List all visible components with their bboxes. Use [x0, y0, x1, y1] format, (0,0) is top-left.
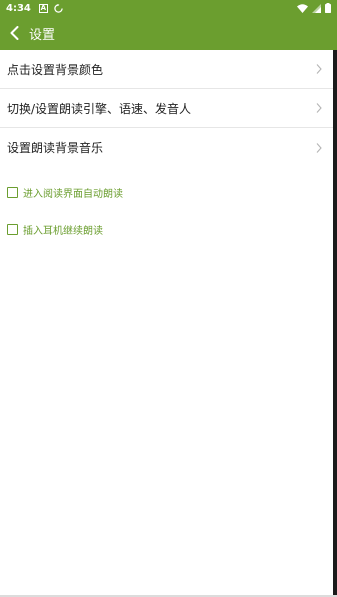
status-time: 4:34 — [6, 2, 31, 14]
chevron-right-icon — [316, 142, 322, 153]
headphone-continue-option[interactable]: 插入耳机继续朗读 — [0, 211, 333, 248]
chevron-left-icon — [10, 26, 18, 40]
wifi-icon — [297, 3, 308, 13]
back-button[interactable] — [0, 16, 28, 50]
setting-background-color[interactable]: 点击设置背景颜色 — [0, 50, 333, 89]
chevron-right-icon — [316, 103, 322, 113]
notification-a-icon: A — [38, 3, 48, 13]
auto-read-option[interactable]: 进入阅读界面自动朗读 — [0, 174, 333, 211]
setting-label: 切换/设置朗读引擎、语速、发音人 — [7, 101, 192, 116]
auto-read-checkbox[interactable] — [7, 187, 18, 198]
settings-checkboxes: 进入阅读界面自动朗读 插入耳机继续朗读 — [0, 174, 333, 248]
checkbox-label: 插入耳机继续朗读 — [23, 226, 103, 237]
settings-list: 点击设置背景颜色 切换/设置朗读引擎、语速、发音人 设置朗读背景音乐 — [0, 50, 333, 167]
setting-label: 点击设置背景颜色 — [7, 62, 104, 77]
screen-edge-right — [333, 50, 337, 597]
status-bar: 4:34 A — [0, 0, 337, 16]
status-system-icons — [297, 3, 331, 13]
checkbox-label: 进入阅读界面自动朗读 — [23, 189, 123, 200]
chevron-right-icon — [316, 64, 322, 74]
setting-background-music[interactable]: 设置朗读背景音乐 — [0, 128, 333, 167]
status-notifications: A — [38, 3, 63, 13]
setting-label: 设置朗读背景音乐 — [7, 141, 104, 155]
headphone-continue-checkbox[interactable] — [7, 224, 18, 235]
sync-icon — [54, 3, 63, 13]
page-title: 设置 — [29, 27, 56, 43]
setting-tts-engine[interactable]: 切换/设置朗读引擎、语速、发音人 — [0, 89, 333, 128]
app-bar: 设置 — [0, 16, 337, 50]
battery-icon — [325, 3, 331, 13]
signal-icon — [312, 3, 321, 13]
